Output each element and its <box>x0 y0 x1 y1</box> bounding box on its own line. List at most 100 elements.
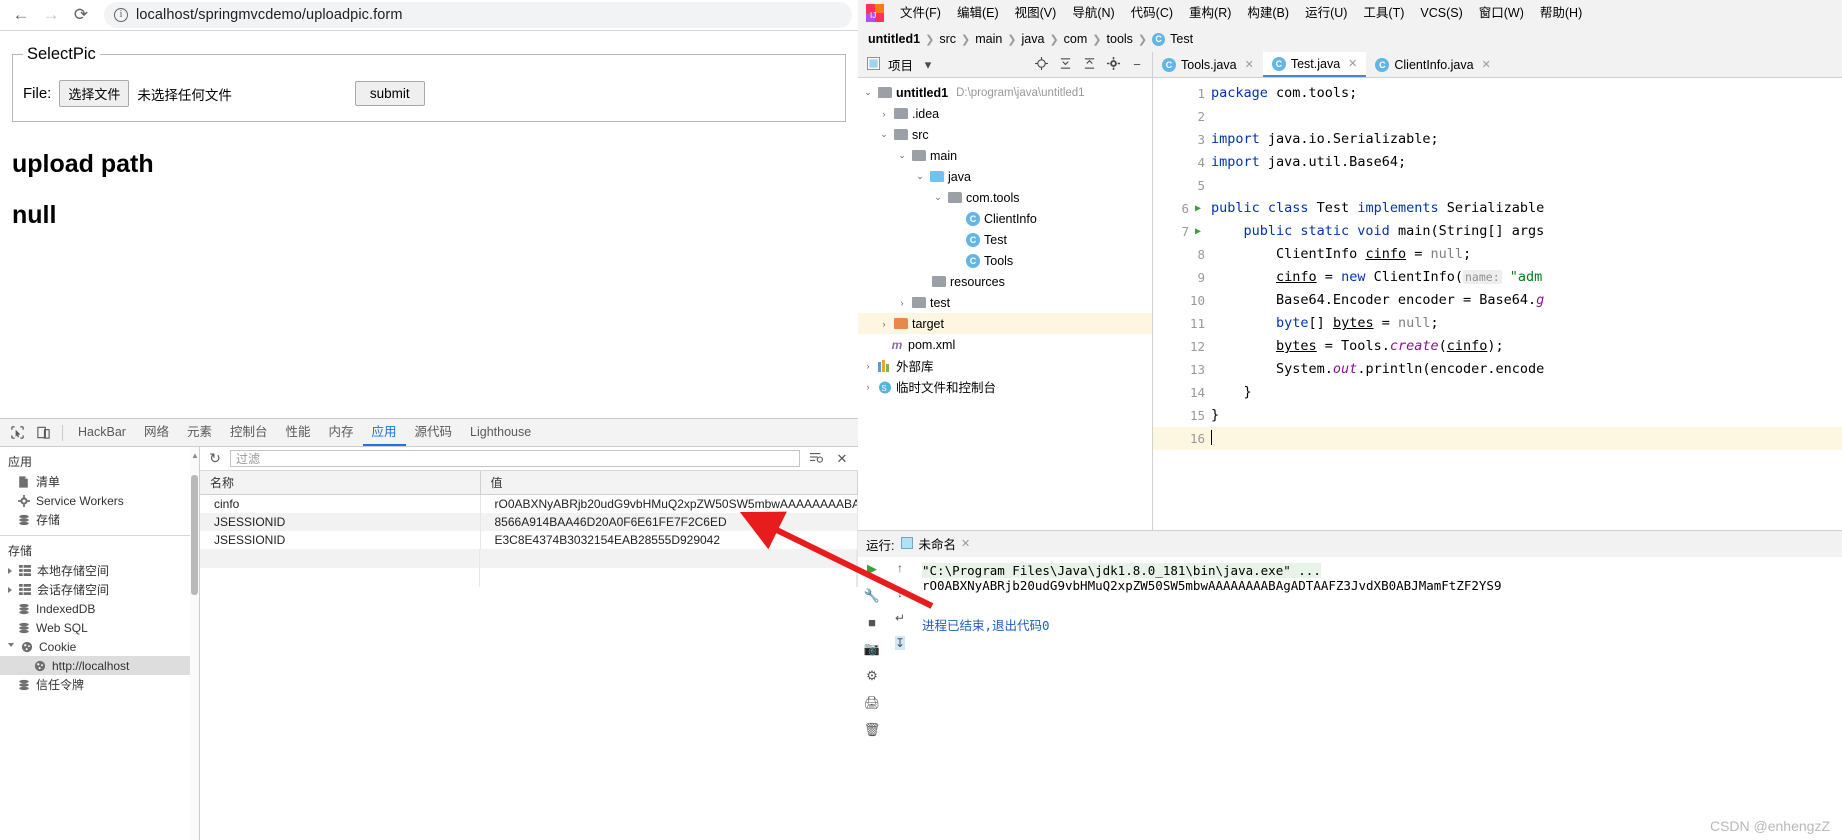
table-row[interactable]: cinfo rO0ABXNyABRjb20udG9vbHMuQ2xpZW50SW… <box>200 494 858 513</box>
tree-node-tools[interactable]: C Tools <box>858 250 1152 271</box>
tree-node-main[interactable]: ⌄ main <box>858 145 1152 166</box>
collapse-all-icon[interactable] <box>1080 57 1098 73</box>
menu-help[interactable]: 帮助(H) <box>1532 0 1590 26</box>
site-info-icon[interactable]: i <box>114 8 128 22</box>
editor-tab-clientinfo-java[interactable]: C ClientInfo.java ✕ <box>1366 52 1500 77</box>
breadcrumb-untitled1[interactable]: untitled1 <box>868 32 920 46</box>
tree-node-clientinfo[interactable]: C ClientInfo <box>858 208 1152 229</box>
settings-gear-icon[interactable] <box>1104 56 1122 73</box>
submit-button[interactable]: submit <box>354 81 425 106</box>
chevron-down-icon[interactable] <box>8 643 14 650</box>
code-editor[interactable]: 1 2 3 4 5 6 ▶ 7 ▶ 8 9 10 11 12 13 14 15 … <box>1153 78 1842 530</box>
menu-file[interactable]: 文件(F) <box>892 0 949 26</box>
sidebar-scrollbar[interactable]: ▲ <box>190 447 199 840</box>
devtools-tab-hackbar[interactable]: HackBar <box>69 419 135 446</box>
tree-node-resources[interactable]: resources <box>858 271 1152 292</box>
tree-node-java[interactable]: ⌄ java <box>858 166 1152 187</box>
table-row[interactable]: JSESSIONID E3C8E4374B3032154EAB28555D929… <box>200 531 858 549</box>
run-gutter-icon[interactable]: ▶ <box>1195 203 1205 214</box>
chevron-right-icon[interactable]: › <box>896 298 908 308</box>
chevron-down-icon[interactable]: ⌄ <box>914 171 926 182</box>
chevron-down-icon[interactable]: ⌄ <box>932 192 944 203</box>
close-icon[interactable]: ✕ <box>1245 58 1254 71</box>
filter-input[interactable]: 过滤 <box>230 450 800 467</box>
reload-icon[interactable]: ⟳ <box>66 1 96 29</box>
scroll-down-icon[interactable]: ↓ <box>897 586 903 600</box>
chevron-down-icon[interactable]: ⌄ <box>896 150 908 161</box>
screenshot-icon[interactable]: 📷 <box>864 641 880 657</box>
chevron-right-icon[interactable]: › <box>878 109 890 119</box>
tree-node-src[interactable]: ⌄ src <box>858 124 1152 145</box>
hide-panel-icon[interactable]: − <box>1128 57 1146 72</box>
tree-node-test-folder[interactable]: › test <box>858 292 1152 313</box>
chevron-down-icon[interactable]: ⌄ <box>862 87 874 98</box>
choose-file-button[interactable]: 选择文件 <box>59 80 130 107</box>
menu-window[interactable]: 窗口(W) <box>1471 0 1532 26</box>
sidebar-item-session-storage[interactable]: 会话存储空间 <box>0 580 199 599</box>
address-bar[interactable]: i localhost/springmvcdemo/uploadpic.form <box>104 2 852 28</box>
menu-vcs[interactable]: VCS(S) <box>1412 0 1470 26</box>
table-row[interactable]: JSESSIONID 8566A914BAA46D20A0F6E61FE7F2C… <box>200 513 858 531</box>
close-icon[interactable]: ✕ <box>961 537 970 550</box>
breadcrumb-com[interactable]: com <box>1064 32 1088 46</box>
tree-node-target[interactable]: › target <box>858 313 1152 334</box>
scroll-up-icon[interactable]: ↑ <box>897 561 903 575</box>
editor-tab-test-java[interactable]: C Test.java ✕ <box>1262 52 1367 77</box>
devtools-tab-elements[interactable]: 元素 <box>178 419 221 446</box>
breadcrumb-tools[interactable]: tools <box>1107 32 1133 46</box>
breadcrumb-test[interactable]: Test <box>1170 32 1193 46</box>
chevron-down-icon[interactable]: ▾ <box>919 57 937 73</box>
forward-icon[interactable]: → <box>36 1 66 29</box>
chevron-right-icon[interactable]: › <box>862 382 874 392</box>
print-icon[interactable]: 🖨 <box>864 695 881 711</box>
breadcrumb-java[interactable]: java <box>1022 32 1045 46</box>
tree-node-external-libraries[interactable]: › 外部库 <box>858 355 1152 376</box>
sidebar-item-cookie-localhost[interactable]: http://localhost <box>0 656 199 675</box>
column-header-value[interactable]: 值 <box>480 471 858 495</box>
devtools-tab-lighthouse[interactable]: Lighthouse <box>461 419 540 446</box>
sidebar-item-websql[interactable]: Web SQL <box>0 618 199 637</box>
tree-node-untitled1[interactable]: ⌄ untitled1 D:\program\java\untitled1 <box>858 82 1152 103</box>
sidebar-item-cookie[interactable]: Cookie <box>0 637 199 656</box>
editor-tab-tools-java[interactable]: C Tools.java ✕ <box>1153 52 1263 77</box>
device-toolbar-icon[interactable] <box>30 421 56 445</box>
menu-view[interactable]: 视图(V) <box>1007 0 1065 26</box>
scroll-to-end-icon[interactable]: ↧ <box>894 636 906 650</box>
stop-icon[interactable]: ■ <box>868 615 876 630</box>
devtools-tab-application[interactable]: 应用 <box>362 419 406 446</box>
rerun-icon[interactable]: ▶ <box>867 561 877 577</box>
sidebar-item-manifest[interactable]: 清单 <box>0 472 199 491</box>
sidebar-item-local-storage[interactable]: 本地存储空间 <box>0 561 199 580</box>
scroll-up-icon[interactable]: ▲ <box>191 451 199 460</box>
devtools-tab-memory[interactable]: 内存 <box>320 419 363 446</box>
devtools-tab-network[interactable]: 网络 <box>135 419 178 446</box>
breadcrumb-main[interactable]: main <box>975 32 1002 46</box>
devtools-tab-console[interactable]: 控制台 <box>221 419 277 446</box>
column-header-name[interactable]: 名称 <box>200 471 481 495</box>
settings-wrench-icon[interactable]: 🔧 <box>864 588 880 604</box>
code-text[interactable]: package com.tools; import java.io.Serial… <box>1211 78 1842 530</box>
tree-node-test[interactable]: C Test <box>858 229 1152 250</box>
editor-gutter[interactable]: 1 2 3 4 5 6 ▶ 7 ▶ 8 9 10 11 12 13 14 15 … <box>1153 78 1211 530</box>
tree-node-scratches[interactable]: › S 临时文件和控制台 <box>858 376 1152 397</box>
chevron-right-icon[interactable]: › <box>878 319 890 329</box>
chevron-right-icon[interactable] <box>8 586 12 593</box>
locate-icon[interactable] <box>1032 56 1050 73</box>
expand-all-icon[interactable] <box>1056 57 1074 73</box>
sidebar-item-trust-tokens[interactable]: 信任令牌 <box>0 675 199 694</box>
menu-edit[interactable]: 编辑(E) <box>949 0 1007 26</box>
thread-dump-icon[interactable]: ⚙ <box>866 668 878 684</box>
breadcrumb-src[interactable]: src <box>939 32 956 46</box>
run-configuration-tab[interactable]: 未命名 ✕ <box>901 534 970 555</box>
clear-filter-icon[interactable] <box>806 451 826 466</box>
soft-wrap-icon[interactable]: ↵ <box>895 611 905 625</box>
menu-run[interactable]: 运行(U) <box>1297 0 1355 26</box>
tree-node-pom-xml[interactable]: m pom.xml <box>858 334 1152 355</box>
menu-code[interactable]: 代码(C) <box>1123 0 1181 26</box>
close-icon[interactable]: ✕ <box>832 451 852 467</box>
devtools-tab-performance[interactable]: 性能 <box>276 419 319 446</box>
devtools-tab-sources[interactable]: 源代码 <box>406 419 462 446</box>
scrollbar-thumb[interactable] <box>191 475 198 595</box>
sidebar-item-storage[interactable]: 存储 <box>0 510 199 529</box>
back-icon[interactable]: ← <box>6 1 36 29</box>
